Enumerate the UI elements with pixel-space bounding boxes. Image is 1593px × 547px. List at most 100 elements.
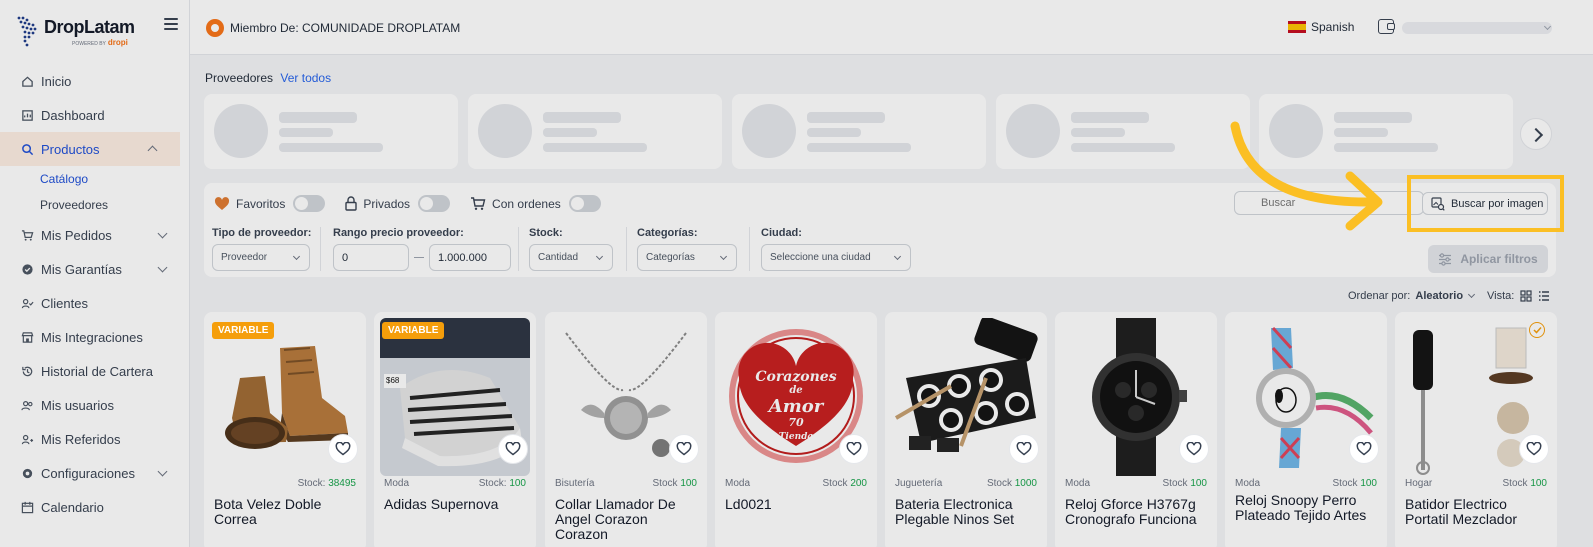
cart-icon <box>470 196 486 211</box>
stock-value: 200 <box>850 478 867 489</box>
provider-type-label: Tipo de proveedor: <box>212 227 312 239</box>
product-category: Juguetería <box>895 478 943 489</box>
sidebar-item-inicio[interactable]: Inicio <box>0 64 190 98</box>
sidebar-nav: Inicio Dashboard Productos Catálogo Prov… <box>0 64 190 524</box>
tutorial-arrow-icon <box>1230 121 1383 231</box>
price-max-input[interactable] <box>429 244 511 271</box>
city-select[interactable]: Seleccione una ciudad <box>761 244 911 271</box>
price-tag: $68 <box>386 376 400 385</box>
heart-icon[interactable] <box>1179 434 1209 464</box>
product-card[interactable]: Bisutería Stock 100 Collar Llamador De An… <box>545 312 707 547</box>
price-range-label: Rango precio proveedor: <box>333 227 464 239</box>
top-bar: Miembro De: COMUNIDADE DROPLATAM Spanish <box>190 0 1593 55</box>
heart-icon[interactable] <box>328 434 358 464</box>
sidebar-item-clientes[interactable]: Clientes <box>0 286 190 320</box>
stock-select[interactable]: Cantidad <box>529 244 613 271</box>
category-filter: Categorías: Categorías <box>637 227 737 271</box>
apply-filters-button[interactable]: Aplicar filtros <box>1428 245 1548 273</box>
product-card[interactable]: Juguetería Stock 1000 Bateria Electronica… <box>885 312 1047 547</box>
orders-toggle[interactable] <box>568 195 601 212</box>
provider-card-skeleton[interactable] <box>732 94 986 169</box>
sidebar-item-mis-pedidos[interactable]: Mis Pedidos <box>0 218 190 252</box>
sidebar-item-configuraciones[interactable]: Configuraciones <box>0 456 190 490</box>
product-card[interactable]: VARIABLE $68 Moda Stock: 100 Adidas Super… <box>374 312 536 547</box>
sidebar-item-label: Dashboard <box>41 107 105 123</box>
search-icon <box>20 142 34 156</box>
spain-flag-icon <box>1288 21 1306 33</box>
heart-icon[interactable] <box>1009 434 1039 464</box>
sidebar-item-calendario[interactable]: Calendario <box>0 490 190 524</box>
sidebar-item-label: Mis Pedidos <box>41 227 112 243</box>
stock-value: Cantidad <box>538 252 579 263</box>
price-min-input[interactable] <box>333 244 409 271</box>
wallet-icon[interactable] <box>1378 19 1395 34</box>
sidebar-item-mis-garantias[interactable]: Mis Garantías <box>0 252 190 286</box>
product-name: Reloj Snoopy Perro Plateado Tejido Artes <box>1235 492 1367 523</box>
favorites-filter: Favoritos <box>214 195 326 212</box>
stock-label: Stock <box>1502 478 1528 489</box>
private-toggle[interactable] <box>418 195 451 212</box>
product-name: Reloj Gforce H3767g Cronografo Funciona <box>1065 496 1197 527</box>
product-card[interactable]: Moda Stock 100 Reloj Snoopy Perro Platead… <box>1225 312 1387 547</box>
chevron-down-icon[interactable] <box>1468 290 1476 299</box>
product-category: Moda <box>725 478 751 489</box>
sidebar-item-productos[interactable]: Productos <box>0 132 180 166</box>
stock-value: 100 <box>680 478 697 489</box>
menu-toggle-icon[interactable] <box>164 18 178 30</box>
provider-card-skeleton[interactable] <box>468 94 722 169</box>
chevron-down-icon <box>893 252 902 261</box>
product-name: Bota Velez Doble Correa <box>214 496 322 527</box>
favorites-toggle[interactable] <box>293 195 326 212</box>
list-view-icon[interactable] <box>1538 290 1550 302</box>
sidebar-item-mis-integraciones[interactable]: Mis Integraciones <box>0 320 190 354</box>
logo-text-70: 70 <box>788 416 804 429</box>
provider-type-select[interactable]: Proveedor <box>212 244 310 271</box>
orders-filter: Con ordenes <box>470 195 601 212</box>
variable-badge: VARIABLE <box>382 322 445 339</box>
grid-view-icon[interactable] <box>1520 290 1532 302</box>
sidebar-subitem-catalogo[interactable]: Catálogo <box>0 166 190 192</box>
view-all-providers-link[interactable]: Ver todos <box>280 71 331 85</box>
product-category: Moda <box>1235 478 1261 489</box>
favorites-label: Favoritos <box>236 196 286 211</box>
chevron-down-icon <box>595 252 604 261</box>
lock-icon <box>345 196 358 211</box>
sidebar-subitem-proveedores[interactable]: Proveedores <box>0 192 190 218</box>
logo-text-amor: Amor <box>768 396 824 417</box>
provider-card-skeleton[interactable] <box>204 94 458 169</box>
stock-filter: Stock: Cantidad <box>529 227 613 271</box>
product-card[interactable]: Corazones de Amor 70 Tienda Moda Stock 20… <box>715 312 877 547</box>
chevron-up-icon <box>147 145 158 156</box>
heart-icon[interactable] <box>1349 434 1379 464</box>
providers-header: Proveedores Ver todos <box>205 71 331 85</box>
heart-icon[interactable] <box>669 434 699 464</box>
heart-icon[interactable] <box>839 434 869 464</box>
view-control: Vista: <box>1487 290 1550 302</box>
providers-next-arrow-icon[interactable] <box>1520 118 1552 150</box>
dashboard-icon <box>20 108 34 122</box>
account-menu[interactable] <box>1402 22 1552 34</box>
product-card[interactable]: Hogar Stock 100 Batidor Electrico Portati… <box>1395 312 1557 547</box>
heart-filled-icon <box>214 196 230 211</box>
category-label: Categorías: <box>637 227 698 239</box>
product-card[interactable]: Moda Stock 100 Reloj Gforce H3767g Cronog… <box>1055 312 1217 547</box>
sort-select[interactable]: Aleatorio <box>1415 290 1463 302</box>
range-dash <box>414 257 424 258</box>
product-category: Moda <box>1065 478 1091 489</box>
sidebar-item-dashboard[interactable]: Dashboard <box>0 98 190 132</box>
sidebar-item-historial-cartera[interactable]: Historial de Cartera <box>0 354 190 388</box>
category-select[interactable]: Categorías <box>637 244 737 271</box>
sidebar-item-label: Configuraciones <box>41 465 135 481</box>
brand-logo[interactable]: DropLatam POWERED BY dropi <box>14 12 164 52</box>
community-membership: Miembro De: COMUNIDADE DROPLATAM <box>206 19 460 37</box>
heart-icon[interactable] <box>1519 434 1549 464</box>
heart-icon[interactable] <box>498 434 528 464</box>
product-card[interactable]: VARIABLE Stock: 38495 Bota Velez Doble C… <box>204 312 366 547</box>
view-label: Vista: <box>1487 290 1515 302</box>
product-name: Batidor Electrico Portatil Mezclador <box>1405 496 1518 527</box>
sidebar-item-label: Historial de Cartera <box>41 363 153 379</box>
language-selector[interactable]: Spanish <box>1288 20 1354 34</box>
sidebar-item-mis-usuarios[interactable]: Mis usuarios <box>0 388 190 422</box>
sidebar-item-mis-referidos[interactable]: Mis Referidos <box>0 422 190 456</box>
sidebar-item-label: Mis Referidos <box>41 431 121 447</box>
